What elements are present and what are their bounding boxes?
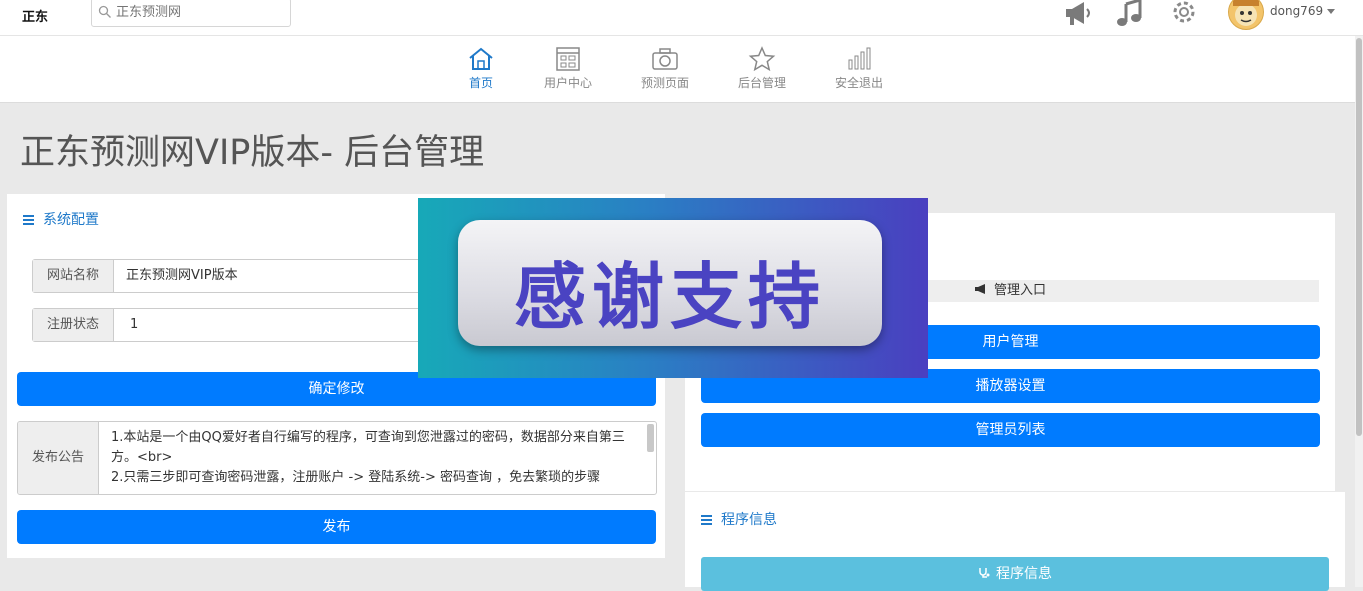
music-icon[interactable] (1115, 0, 1145, 28)
notice-label: 发布公告 (18, 422, 99, 494)
nav-label: 用户中心 (543, 76, 592, 90)
nav-admin[interactable]: 后台管理 (727, 46, 797, 91)
thanks-text: 感谢支持 (513, 255, 826, 339)
nav-label: 首页 (468, 76, 493, 90)
brand-logo[interactable]: 正东 (22, 6, 48, 25)
star-icon (748, 46, 776, 72)
site-name-input[interactable]: 正东预测网VIP版本 (126, 260, 238, 292)
main-nav: 首页 用户中心 预测页面 后台管理 安全退出 (0, 36, 1356, 103)
reg-status-label: 注册状态 (33, 309, 114, 341)
nav-home[interactable]: 首页 (446, 46, 516, 91)
nav-label: 安全退出 (834, 76, 883, 90)
panel-title-text: 系统配置 (43, 212, 99, 228)
gear-icon[interactable] (1169, 0, 1199, 28)
stethoscope-icon (979, 568, 990, 578)
avatar[interactable] (1228, 0, 1264, 30)
chevron-down-icon[interactable] (1327, 9, 1335, 14)
notice-textarea[interactable]: 1.本站是一个由QQ爱好者自行编写的程序，可查询到您泄露过的密码，数据部分来自第… (111, 428, 631, 488)
publish-button[interactable]: 发布 (17, 510, 656, 544)
admin-entry-label: 管理入口 (993, 283, 1046, 298)
home-icon (469, 47, 493, 70)
list-icon (701, 515, 712, 525)
bars-icon (848, 47, 871, 70)
nav-user-center[interactable]: 用户中心 (533, 46, 603, 91)
page-title: 正东预测网VIP版本- 后台管理 (20, 133, 485, 173)
admin-list-button[interactable]: 管理员列表 (701, 413, 1320, 447)
site-name-label: 网站名称 (33, 260, 114, 292)
program-info-button[interactable]: 程序信息 (701, 557, 1329, 591)
search-box[interactable] (91, 0, 291, 27)
panel-title: 系统配置 (23, 209, 99, 229)
thanks-banner-image: 感谢支持 (418, 198, 928, 378)
camera-icon (652, 48, 678, 70)
nav-label: 后台管理 (737, 76, 786, 90)
panel-title: 程序信息 (701, 509, 777, 529)
search-icon (98, 5, 111, 18)
list-icon (23, 215, 34, 225)
program-info-panel: 程序信息 程序信息 (685, 492, 1345, 591)
scrollbar-thumb[interactable] (1356, 38, 1362, 436)
top-bar: 正东 dong769 (0, 0, 1363, 36)
thanks-plate: 感谢支持 (458, 220, 882, 346)
panel-title-text: 程序信息 (721, 512, 777, 528)
reg-status-input[interactable]: 1 (130, 309, 138, 341)
username[interactable]: dong769 (1270, 4, 1323, 18)
nav-logout[interactable]: 安全退出 (824, 46, 894, 91)
page-scrollbar[interactable] (1355, 36, 1363, 587)
user-center-icon (556, 47, 580, 71)
nav-label: 预测页面 (640, 76, 689, 90)
megaphone-icon[interactable] (1063, 0, 1093, 28)
textarea-scrollbar[interactable] (647, 424, 654, 452)
search-input[interactable] (116, 1, 286, 23)
program-info-label: 程序信息 (996, 566, 1052, 582)
notice-group: 发布公告 1.本站是一个由QQ爱好者自行编写的程序，可查询到您泄露过的密码，数据… (17, 421, 657, 495)
bullhorn-icon (974, 284, 985, 294)
nav-predict-page[interactable]: 预测页面 (630, 46, 700, 91)
